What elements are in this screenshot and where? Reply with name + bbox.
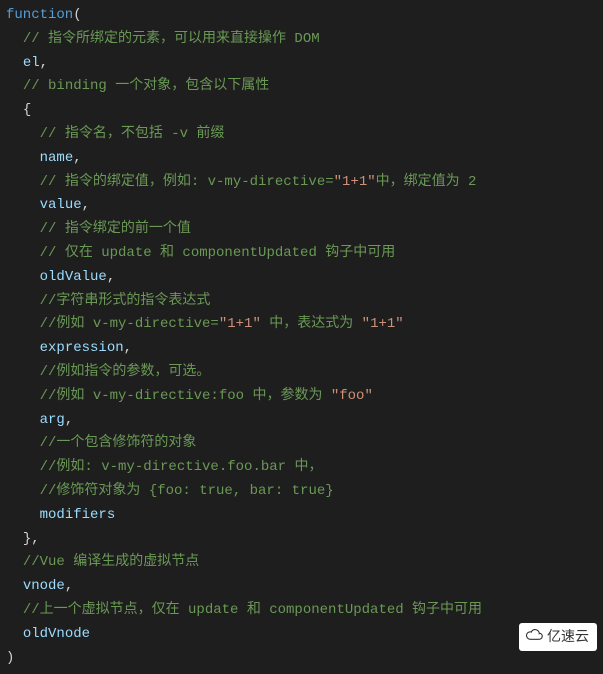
code-line: //上一个虚拟节点，仅在 update 和 componentUpdated 钩… <box>6 599 603 623</box>
comment: //例如 v-my-directive:foo 中，参数为 <box>40 388 331 404</box>
comment: // 指令名，不包括 -v 前缀 <box>40 126 225 142</box>
comma: , <box>82 197 90 213</box>
identifier-arg: arg <box>40 412 65 428</box>
code-line: // binding 一个对象，包含以下属性 <box>6 75 603 99</box>
comment: // 指令绑定的前一个值 <box>40 221 191 237</box>
string: "1+1" <box>334 174 376 190</box>
comment: 中，表达式为 <box>261 316 362 332</box>
code-line: //字符串形式的指令表达式 <box>6 290 603 314</box>
code-line: // 指令绑定的前一个值 <box>6 218 603 242</box>
comment: //Vue 编译生成的虚拟节点 <box>23 554 199 570</box>
code-line: // 仅在 update 和 componentUpdated 钩子中可用 <box>6 242 603 266</box>
identifier-oldvnode: oldVnode <box>23 626 90 642</box>
comment: // 指令的绑定值，例如: v-my-directive= <box>40 174 334 190</box>
comment: // binding 一个对象，包含以下属性 <box>23 78 269 94</box>
comment: //上一个虚拟节点，仅在 update 和 componentUpdated 钩… <box>23 602 482 618</box>
code-line: arg, <box>6 409 603 433</box>
identifier-expression: expression <box>40 340 124 356</box>
comment: 中，绑定值为 2 <box>376 174 477 190</box>
paren-open: ( <box>73 7 81 23</box>
code-line: modifiers <box>6 504 603 528</box>
code-editor: function( // 指令所绑定的元素，可以用来直接操作 DOM el, /… <box>0 0 603 674</box>
code-line: //例如: v-my-directive.foo.bar 中， <box>6 456 603 480</box>
identifier-modifiers: modifiers <box>40 507 116 523</box>
code-line: { <box>6 99 603 123</box>
code-line: //修饰符对象为 {foo: true, bar: true} <box>6 480 603 504</box>
comma: , <box>40 55 48 71</box>
keyword-function: function <box>6 7 73 23</box>
code-line: // 指令名，不包括 -v 前缀 <box>6 123 603 147</box>
string: "foo" <box>331 388 373 404</box>
code-line: //一个包含修饰符的对象 <box>6 432 603 456</box>
identifier-el: el <box>23 55 40 71</box>
comment: // 指令所绑定的元素，可以用来直接操作 DOM <box>23 31 320 47</box>
code-line: oldVnode <box>6 623 603 647</box>
comma: , <box>65 412 73 428</box>
comment: //修饰符对象为 {foo: true, bar: true} <box>40 483 334 499</box>
string: "1+1" <box>219 316 261 332</box>
watermark-text: 亿速云 <box>547 625 589 649</box>
comment: //一个包含修饰符的对象 <box>40 435 197 451</box>
paren-close: ) <box>6 650 14 666</box>
comment: //字符串形式的指令表达式 <box>40 293 211 309</box>
cloud-icon <box>525 625 543 649</box>
comment: //例如: v-my-directive.foo.bar 中， <box>40 459 323 475</box>
comma: , <box>73 150 81 166</box>
code-line: expression, <box>6 337 603 361</box>
brace-open: { <box>23 102 31 118</box>
identifier-oldvalue: oldValue <box>40 269 107 285</box>
brace-close: }, <box>23 531 40 547</box>
comma: , <box>107 269 115 285</box>
code-line: el, <box>6 52 603 76</box>
code-line: //Vue 编译生成的虚拟节点 <box>6 551 603 575</box>
code-line: oldValue, <box>6 266 603 290</box>
comment: // 仅在 update 和 componentUpdated 钩子中可用 <box>40 245 396 261</box>
code-line: //例如指令的参数，可选。 <box>6 361 603 385</box>
code-line: //例如 v-my-directive:foo 中，参数为 "foo" <box>6 385 603 409</box>
identifier-value: value <box>40 197 82 213</box>
string: "1+1" <box>362 316 404 332</box>
comment: //例如 v-my-directive= <box>40 316 219 332</box>
comma: , <box>65 578 73 594</box>
comma: , <box>124 340 132 356</box>
identifier-vnode: vnode <box>23 578 65 594</box>
code-line: }, <box>6 528 603 552</box>
watermark-badge: 亿速云 <box>519 623 597 651</box>
identifier-name: name <box>40 150 74 166</box>
code-line: value, <box>6 194 603 218</box>
code-line: // 指令的绑定值，例如: v-my-directive="1+1"中，绑定值为… <box>6 171 603 195</box>
comment: //例如指令的参数，可选。 <box>40 364 211 380</box>
code-line: vnode, <box>6 575 603 599</box>
code-line: name, <box>6 147 603 171</box>
code-line: function( <box>6 4 603 28</box>
code-line: //例如 v-my-directive="1+1" 中，表达式为 "1+1" <box>6 313 603 337</box>
code-line: ) <box>6 647 603 671</box>
code-line: // 指令所绑定的元素，可以用来直接操作 DOM <box>6 28 603 52</box>
